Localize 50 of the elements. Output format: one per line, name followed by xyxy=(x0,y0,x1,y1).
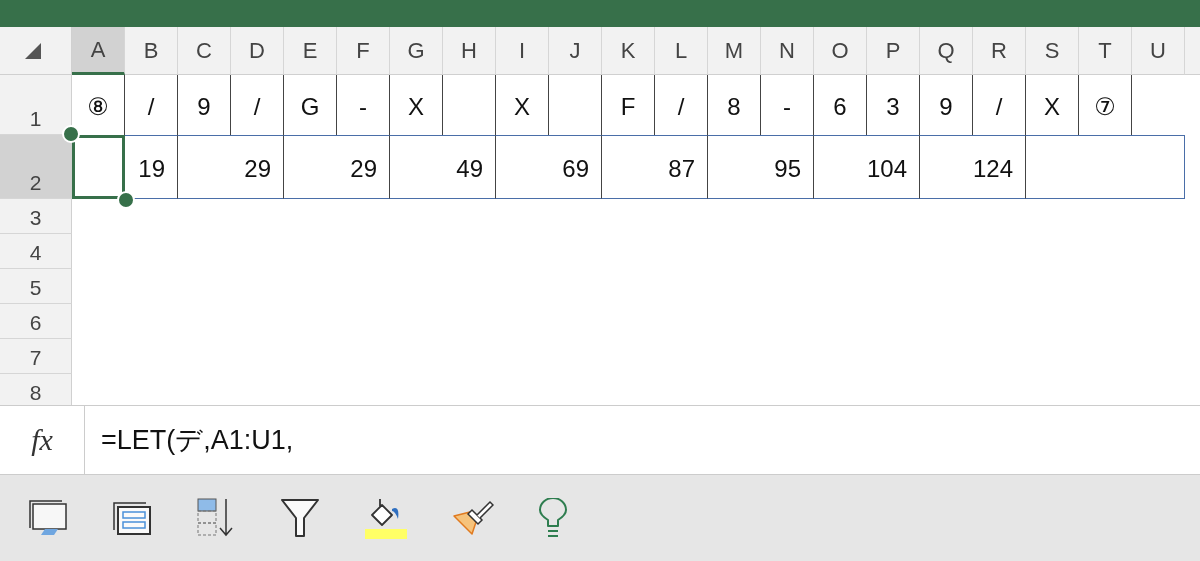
fill-color-icon[interactable] xyxy=(364,497,408,539)
table-cell[interactable]: 49 xyxy=(390,135,496,199)
table-cell[interactable]: 29 xyxy=(178,135,284,199)
table-cell[interactable] xyxy=(72,135,125,199)
column-header[interactable]: Q xyxy=(920,27,973,75)
column-header[interactable]: H xyxy=(443,27,496,75)
column-header[interactable]: N xyxy=(761,27,814,75)
selection-handle[interactable] xyxy=(117,191,135,209)
row-header[interactable]: 6 xyxy=(0,304,72,339)
column-header[interactable]: R xyxy=(973,27,1026,75)
column-header[interactable]: T xyxy=(1079,27,1132,75)
row-header[interactable]: 7 xyxy=(0,339,72,374)
filter-icon[interactable] xyxy=(280,498,320,538)
row-header[interactable]: 8 xyxy=(0,374,72,405)
select-all-icon[interactable] xyxy=(23,41,42,60)
brush-icon[interactable] xyxy=(452,500,494,536)
formula-input[interactable]: =LET(デ,A1:U1, xyxy=(85,406,294,474)
lightbulb-icon[interactable] xyxy=(538,498,568,538)
column-header[interactable]: P xyxy=(867,27,920,75)
column-header[interactable]: F xyxy=(337,27,390,75)
column-header[interactable]: G xyxy=(390,27,443,75)
row-header[interactable]: 2 xyxy=(0,135,72,199)
column-header[interactable]: C xyxy=(178,27,231,75)
row-header[interactable]: 5 xyxy=(0,269,72,304)
table-cell[interactable]: 29 xyxy=(284,135,390,199)
column-header[interactable]: I xyxy=(496,27,549,75)
column-header[interactable]: E xyxy=(284,27,337,75)
column-header[interactable]: S xyxy=(1026,27,1079,75)
column-header[interactable]: O xyxy=(814,27,867,75)
column-header[interactable]: L xyxy=(655,27,708,75)
table-cell[interactable]: 124 xyxy=(920,135,1026,199)
table-cell[interactable]: 87 xyxy=(602,135,708,199)
column-header[interactable]: J xyxy=(549,27,602,75)
row-header[interactable]: 4 xyxy=(0,234,72,269)
column-header[interactable]: U xyxy=(1132,27,1185,75)
column-header[interactable]: M xyxy=(708,27,761,75)
window-icon[interactable] xyxy=(28,498,68,538)
table-cell[interactable]: 19 xyxy=(125,135,178,199)
table-cell[interactable]: 95 xyxy=(708,135,814,199)
stacked-sheets-icon[interactable] xyxy=(112,500,152,536)
column-header[interactable]: B xyxy=(125,27,178,75)
header-background xyxy=(1185,27,1200,75)
table-cell[interactable]: 69 xyxy=(496,135,602,199)
table-cell[interactable]: 104 xyxy=(814,135,920,199)
column-header[interactable]: K xyxy=(602,27,655,75)
column-header[interactable]: A xyxy=(72,27,125,75)
column-header[interactable]: D xyxy=(231,27,284,75)
row-header[interactable]: 3 xyxy=(0,199,72,234)
row-header[interactable]: 1 xyxy=(0,75,72,135)
sort-icon[interactable] xyxy=(196,497,236,539)
